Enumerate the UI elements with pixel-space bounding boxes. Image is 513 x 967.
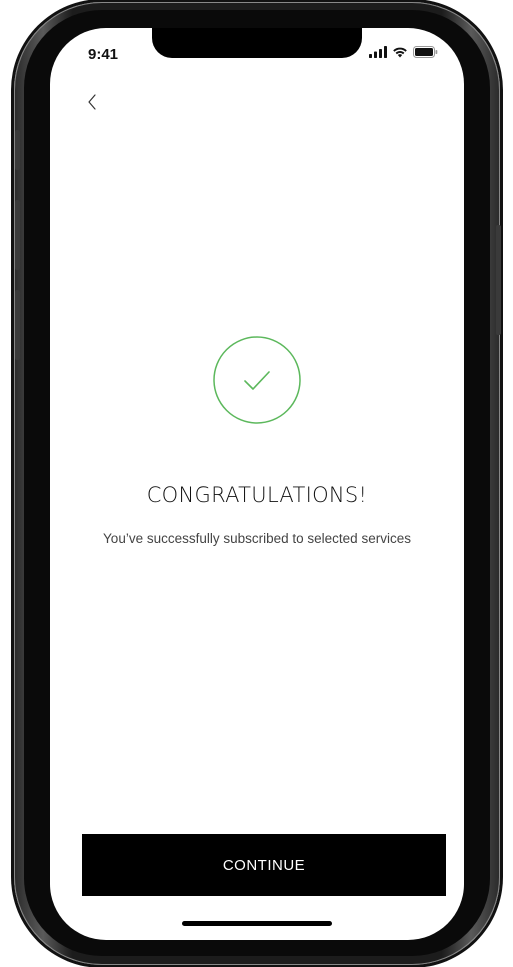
success-message: You’ve successfully subscribed to select… — [103, 531, 411, 546]
screen: 9:41 CONGRATULATIONS! You’ve successfull… — [50, 28, 464, 940]
signal-icon — [369, 45, 387, 63]
power-button — [496, 225, 501, 335]
volume-up-button — [15, 200, 20, 270]
checkmark-circle-icon — [212, 336, 302, 429]
mute-switch — [15, 130, 20, 170]
volume-down-button — [15, 290, 20, 360]
status-bar: 9:41 — [88, 44, 438, 64]
status-icons — [369, 45, 438, 63]
chevron-left-icon — [87, 93, 97, 116]
continue-button[interactable]: CONTINUE — [82, 834, 446, 896]
wifi-icon — [392, 45, 408, 63]
battery-icon — [413, 45, 438, 63]
page-title: CONGRATULATIONS! — [146, 483, 368, 507]
home-indicator — [182, 921, 332, 926]
success-checkmark — [212, 335, 302, 425]
back-button[interactable] — [80, 92, 104, 116]
status-time: 9:41 — [88, 45, 119, 63]
